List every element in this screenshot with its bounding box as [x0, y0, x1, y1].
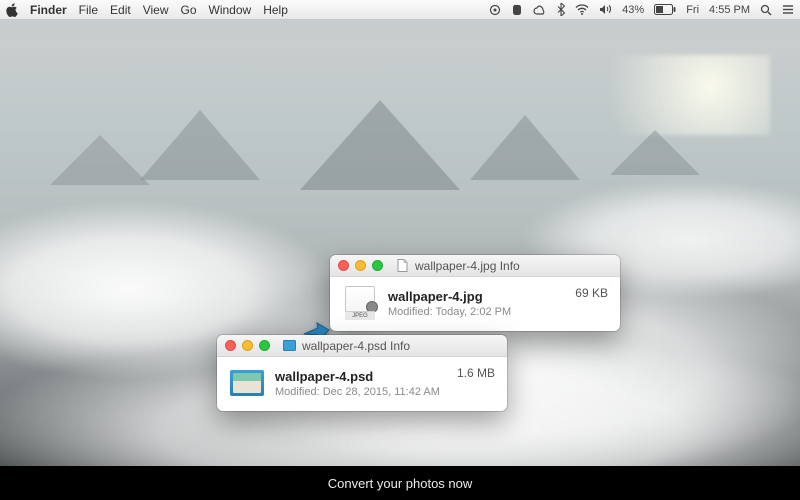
zoom-button[interactable] [259, 340, 270, 351]
clock-day[interactable]: Fri [686, 4, 699, 16]
notification-center-icon[interactable] [782, 4, 794, 15]
app-name[interactable]: Finder [30, 3, 67, 17]
file-type-icon [282, 339, 296, 353]
menu-item-help[interactable]: Help [263, 3, 288, 17]
mountain-peak [610, 130, 700, 175]
desktop-wallpaper [0, 0, 800, 500]
file-thumbnail-jpeg [342, 285, 378, 321]
file-modified: Modified: Today, 2:02 PM [388, 306, 565, 318]
file-name: wallpaper-4.psd [275, 369, 447, 384]
menu-item-go[interactable]: Go [181, 3, 197, 17]
minimize-button[interactable] [242, 340, 253, 351]
info-body: wallpaper-4.jpg Modified: Today, 2:02 PM… [330, 277, 620, 331]
mountain-peak [470, 115, 580, 180]
sun-glow [570, 55, 770, 135]
window-title: wallpaper-4.psd Info [302, 339, 410, 353]
file-type-icon [395, 259, 409, 273]
close-button[interactable] [338, 260, 349, 271]
bluetooth-icon[interactable] [557, 3, 565, 16]
cloud-sync-icon[interactable] [533, 4, 547, 16]
window-title: wallpaper-4.jpg Info [415, 259, 520, 273]
titlebar[interactable]: wallpaper-4.jpg Info [330, 255, 620, 277]
menu-bar: Finder File Edit View Go Window Help 43%… [0, 0, 800, 20]
file-thumbnail-psd [229, 365, 265, 401]
wifi-icon[interactable] [575, 4, 589, 15]
volume-icon[interactable] [599, 4, 612, 15]
mountain-peak [300, 100, 460, 190]
info-body: wallpaper-4.psd Modified: Dec 28, 2015, … [217, 357, 507, 411]
zoom-button[interactable] [372, 260, 383, 271]
apple-menu-icon[interactable] [6, 3, 18, 17]
info-window-psd[interactable]: wallpaper-4.psd Info wallpaper-4.psd Mod… [217, 335, 507, 411]
titlebar[interactable]: wallpaper-4.psd Info [217, 335, 507, 357]
menu-item-view[interactable]: View [143, 3, 169, 17]
caption-bar: Convert your photos now [0, 466, 800, 500]
battery-icon[interactable] [654, 4, 676, 15]
clock-time[interactable]: 4:55 PM [709, 4, 750, 16]
menu-item-edit[interactable]: Edit [110, 3, 131, 17]
close-button[interactable] [225, 340, 236, 351]
menu-item-file[interactable]: File [79, 3, 98, 17]
mountain-peak [140, 110, 260, 180]
spotlight-icon[interactable] [760, 4, 772, 16]
battery-percent[interactable]: 43% [622, 4, 644, 16]
mountain-peak [50, 135, 150, 185]
minimize-button[interactable] [355, 260, 366, 271]
info-window-jpg[interactable]: wallpaper-4.jpg Info wallpaper-4.jpg Mod… [330, 255, 620, 331]
file-size: 69 KB [575, 286, 608, 300]
menu-extra-icon[interactable] [489, 4, 501, 16]
file-name: wallpaper-4.jpg [388, 289, 565, 304]
file-modified: Modified: Dec 28, 2015, 11:42 AM [275, 386, 447, 398]
evernote-icon[interactable] [511, 4, 523, 16]
menu-item-window[interactable]: Window [209, 3, 252, 17]
caption-text: Convert your photos now [328, 476, 473, 491]
file-size: 1.6 MB [457, 366, 495, 380]
